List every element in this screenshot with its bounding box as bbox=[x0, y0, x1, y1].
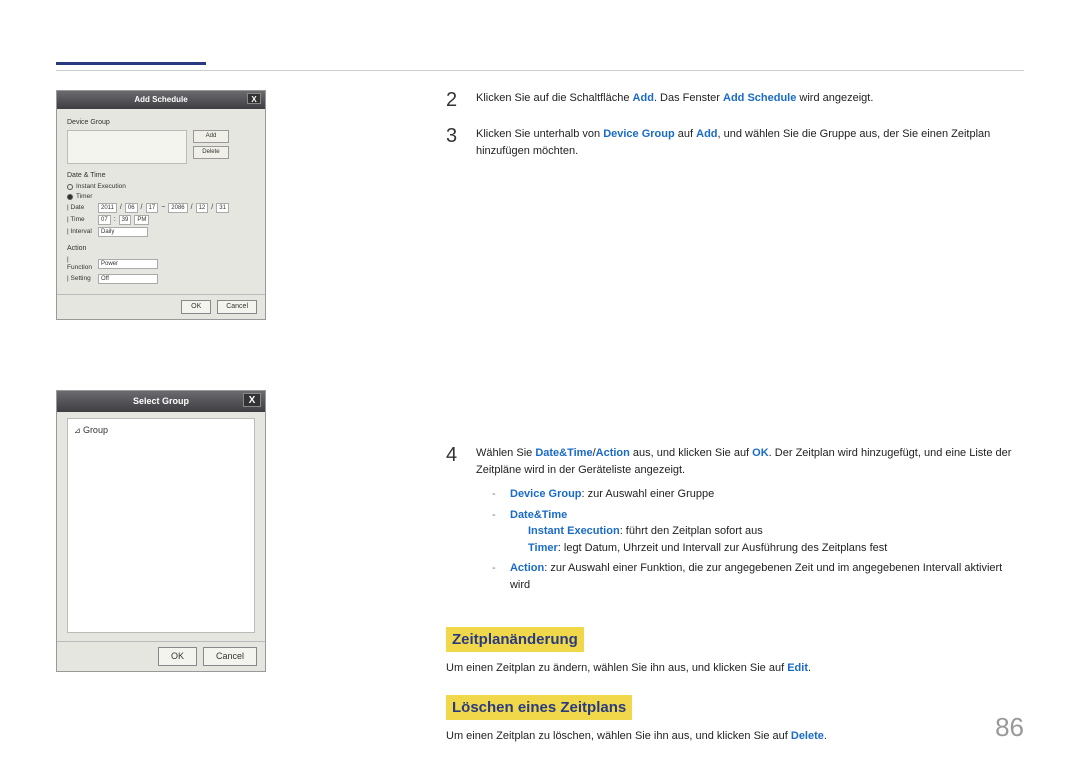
delete-button[interactable]: Delete bbox=[193, 146, 229, 159]
instant-execution-label: Instant Execution bbox=[76, 183, 126, 191]
header-accent-bar bbox=[56, 62, 206, 65]
list-item: - Device Group: zur Auswahl einer Gruppe bbox=[492, 486, 1024, 503]
header-rule bbox=[56, 70, 1024, 71]
step-4: 4 Wählen Sie Date&Time/Action aus, und k… bbox=[446, 445, 1024, 597]
step-number: 3 bbox=[446, 126, 462, 146]
time-m-field[interactable]: 39 bbox=[119, 215, 132, 225]
close-icon[interactable]: X bbox=[243, 393, 261, 407]
device-group-label: Device Group bbox=[67, 119, 255, 127]
add-button[interactable]: Add bbox=[193, 130, 229, 143]
date-d2-field[interactable]: 31 bbox=[216, 203, 229, 213]
setting-row: Setting Off bbox=[67, 274, 255, 284]
instruction-column: 2 Klicken Sie auf die Schaltfläche Add. … bbox=[446, 90, 1024, 748]
function-select[interactable]: Power bbox=[98, 259, 158, 269]
add-schedule-footer: OK Cancel bbox=[57, 294, 265, 319]
function-label: Function bbox=[67, 256, 95, 272]
device-group-listbox[interactable] bbox=[67, 130, 187, 164]
cancel-button[interactable]: Cancel bbox=[217, 300, 257, 314]
action-label: Action bbox=[67, 245, 255, 253]
page-number: 86 bbox=[995, 712, 1024, 743]
list-item: - Date&Time Instant Execution: führt den… bbox=[492, 507, 1024, 557]
interval-row: Interval Daily bbox=[67, 227, 255, 237]
radio-icon bbox=[67, 194, 73, 200]
step-text: Wählen Sie Date&Time/Action aus, und kli… bbox=[476, 445, 1024, 597]
step-text: Klicken Sie auf die Schaltfläche Add. Da… bbox=[476, 90, 1024, 107]
time-label: Time bbox=[67, 216, 95, 224]
step-3: 3 Klicken Sie unterhalb von Device Group… bbox=[446, 126, 1024, 159]
delete-paragraph: Um einen Zeitplan zu löschen, wählen Sie… bbox=[446, 728, 1024, 745]
datetime-label: Date & Time bbox=[67, 172, 255, 180]
cancel-button[interactable]: Cancel bbox=[203, 647, 257, 666]
select-group-body: Group bbox=[57, 412, 265, 641]
step-4-sublist: - Device Group: zur Auswahl einer Gruppe… bbox=[492, 486, 1024, 593]
time-ap-field[interactable]: PM bbox=[134, 215, 149, 225]
date-y2-field[interactable]: 2086 bbox=[168, 203, 187, 213]
add-schedule-title: Add Schedule bbox=[134, 95, 187, 105]
function-row: Function Power bbox=[67, 256, 255, 272]
delete-heading: Löschen eines Zeitplans bbox=[446, 695, 632, 720]
time-h-field[interactable]: 07 bbox=[98, 215, 111, 225]
date-d1-field[interactable]: 17 bbox=[146, 203, 159, 213]
setting-label: Setting bbox=[67, 275, 95, 283]
group-tree[interactable]: Group bbox=[67, 418, 255, 633]
screenshot-column: Add Schedule X Device Group Add Delete D… bbox=[56, 90, 266, 742]
change-paragraph: Um einen Zeitplan zu ändern, wählen Sie … bbox=[446, 660, 1024, 677]
section-change: Zeitplanänderung Um einen Zeitplan zu än… bbox=[446, 613, 1024, 677]
step-text: Klicken Sie unterhalb von Device Group a… bbox=[476, 126, 1024, 159]
close-icon[interactable]: X bbox=[247, 93, 261, 104]
add-schedule-titlebar: Add Schedule X bbox=[57, 91, 265, 109]
ok-button[interactable]: OK bbox=[181, 300, 211, 314]
timer-label: Timer bbox=[76, 193, 92, 201]
step-2: 2 Klicken Sie auf die Schaltfläche Add. … bbox=[446, 90, 1024, 110]
select-group-titlebar: Select Group X bbox=[57, 391, 265, 412]
change-heading: Zeitplanänderung bbox=[446, 627, 584, 652]
tree-root-node[interactable]: Group bbox=[74, 425, 248, 436]
list-item: - Action: zur Auswahl einer Funktion, di… bbox=[492, 560, 1024, 593]
interval-label: Interval bbox=[67, 228, 95, 236]
date-row: Date 2011 / 06 / 17 ~ 2086 / 12 / 31 bbox=[67, 203, 255, 213]
add-schedule-body: Device Group Add Delete Date & Time Inst… bbox=[57, 109, 265, 294]
interval-select[interactable]: Daily bbox=[98, 227, 148, 237]
instant-execution-radio[interactable]: Instant Execution bbox=[67, 183, 255, 191]
date-tilde: ~ bbox=[161, 204, 165, 212]
date-m2-field[interactable]: 12 bbox=[196, 203, 209, 213]
select-group-title: Select Group bbox=[133, 396, 189, 407]
page-content: Add Schedule X Device Group Add Delete D… bbox=[56, 90, 1024, 723]
timer-radio[interactable]: Timer bbox=[67, 193, 255, 201]
setting-select[interactable]: Off bbox=[98, 274, 158, 284]
time-row: Time 07 : 39 PM bbox=[67, 215, 255, 225]
ok-button[interactable]: OK bbox=[158, 647, 197, 666]
radio-icon bbox=[67, 184, 73, 190]
section-delete: Löschen eines Zeitplans Um einen Zeitpla… bbox=[446, 681, 1024, 745]
date-m1-field[interactable]: 06 bbox=[125, 203, 138, 213]
date-label: Date bbox=[67, 204, 95, 212]
step-number: 4 bbox=[446, 445, 462, 465]
date-y1-field[interactable]: 2011 bbox=[98, 203, 117, 213]
select-group-footer: OK Cancel bbox=[57, 641, 265, 671]
step-number: 2 bbox=[446, 90, 462, 110]
add-schedule-dialog: Add Schedule X Device Group Add Delete D… bbox=[56, 90, 266, 320]
select-group-dialog: Select Group X Group OK Cancel bbox=[56, 390, 266, 672]
